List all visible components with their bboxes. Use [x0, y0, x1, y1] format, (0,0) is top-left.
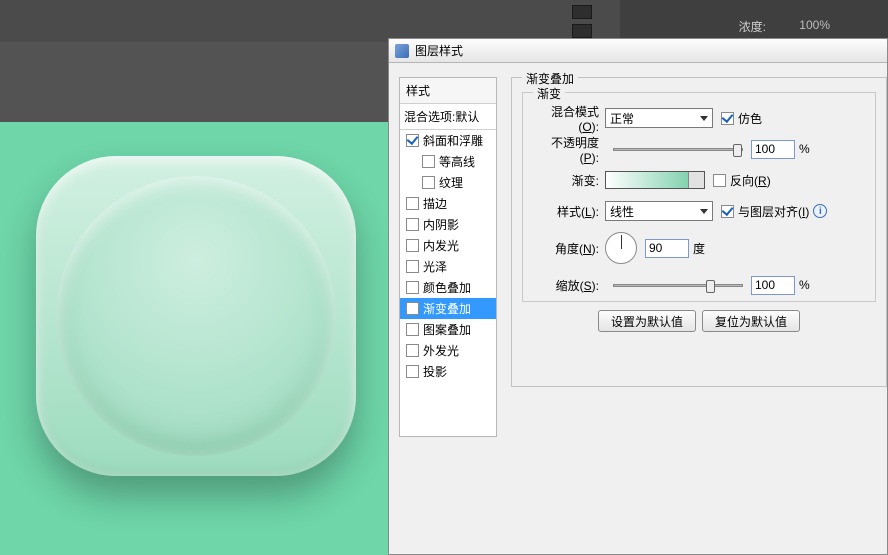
checkbox-icon[interactable]	[406, 323, 419, 336]
style-row-label: 斜面和浮雕	[423, 132, 483, 149]
style-row[interactable]: 投影	[400, 361, 496, 382]
style-select[interactable]: 线性	[605, 201, 713, 221]
style-row[interactable]: 外发光	[400, 340, 496, 361]
blend-options-header[interactable]: 混合选项:默认	[400, 104, 496, 130]
checkbox-icon	[713, 174, 726, 187]
reverse-checkbox[interactable]: 反向(R)	[713, 172, 771, 189]
checkbox-icon[interactable]	[406, 218, 419, 231]
dither-label: 仿色	[738, 110, 762, 127]
opacity-label: 浓度:	[739, 18, 766, 35]
checkbox-icon	[721, 112, 734, 125]
reverse-label: 反向(R)	[730, 172, 771, 189]
checkbox-icon[interactable]	[422, 155, 435, 168]
style-row-label: 内发光	[423, 237, 459, 254]
scale-unit: %	[799, 278, 810, 292]
style-row-label: 图案叠加	[423, 321, 471, 338]
checkbox-icon[interactable]	[406, 239, 419, 252]
set-default-button[interactable]: 设置为默认值	[598, 310, 696, 332]
angle-dial[interactable]	[605, 232, 637, 264]
dialog-titlebar[interactable]: 图层样式	[389, 39, 887, 63]
chevron-down-icon	[700, 116, 708, 121]
styles-header[interactable]: 样式	[400, 78, 496, 104]
checkbox-icon[interactable]	[406, 260, 419, 273]
slider-thumb[interactable]	[706, 280, 715, 293]
info-icon[interactable]: i	[813, 204, 827, 218]
checkbox-icon[interactable]	[406, 365, 419, 378]
style-row[interactable]: 颜色叠加	[400, 277, 496, 298]
tool-strip	[570, 0, 620, 42]
angle-label: 角度(N):	[533, 240, 605, 257]
checkbox-icon[interactable]	[406, 302, 419, 315]
style-row-label: 纹理	[439, 174, 463, 191]
row-blend-mode: 混合模式(O): 正常 仿色	[533, 107, 865, 129]
style-row[interactable]: 光泽	[400, 256, 496, 277]
style-row-label: 投影	[423, 363, 447, 380]
angle-unit: 度	[693, 240, 705, 257]
style-row-label: 光泽	[423, 258, 447, 275]
row-opacity: 不透明度(P): %	[533, 138, 865, 160]
style-row-label: 外发光	[423, 342, 459, 359]
checkbox-icon[interactable]	[406, 281, 419, 294]
gradient-dropdown-button[interactable]	[688, 172, 704, 188]
style-row-label: 等高线	[439, 153, 475, 170]
document-canvas[interactable]	[0, 122, 388, 555]
row-gradient: 渐变: 反向(R)	[533, 169, 865, 191]
checkbox-icon[interactable]	[406, 344, 419, 357]
dialog-title: 图层样式	[415, 42, 463, 59]
chevron-down-icon	[700, 209, 708, 214]
scale-slider[interactable]	[613, 284, 743, 287]
align-label: 与图层对齐(I)	[738, 203, 809, 220]
row-scale: 缩放(S): %	[533, 274, 865, 296]
style-row[interactable]: 图案叠加	[400, 319, 496, 340]
tool-icon[interactable]	[572, 24, 592, 38]
tool-icon[interactable]	[572, 5, 592, 19]
blend-mode-select[interactable]: 正常	[605, 108, 713, 128]
reset-default-button[interactable]: 复位为默认值	[702, 310, 800, 332]
style-row[interactable]: 渐变叠加	[400, 298, 496, 319]
checkbox-icon	[721, 205, 734, 218]
app-icon	[395, 44, 409, 58]
slider-thumb[interactable]	[733, 144, 742, 157]
opacity-unit: %	[799, 142, 810, 156]
layer-style-dialog: 图层样式 样式 混合选项:默认 斜面和浮雕等高线纹理描边内阴影内发光光泽颜色叠加…	[388, 38, 888, 555]
row-style: 样式(L): 线性 与图层对齐(I) i	[533, 200, 865, 222]
style-row-label: 内阴影	[423, 216, 459, 233]
opacity-slider[interactable]	[613, 148, 743, 151]
scale-input[interactable]	[751, 276, 795, 295]
style-row[interactable]: 等高线	[400, 151, 496, 172]
style-row-label: 颜色叠加	[423, 279, 471, 296]
default-buttons-row: 设置为默认值 复位为默认值	[522, 310, 876, 332]
dialog-body: 样式 混合选项:默认 斜面和浮雕等高线纹理描边内阴影内发光光泽颜色叠加渐变叠加图…	[389, 63, 887, 554]
row-angle: 角度(N): 度	[533, 231, 865, 265]
checkbox-icon[interactable]	[406, 134, 419, 147]
checkbox-icon[interactable]	[406, 197, 419, 210]
style-row-label: 描边	[423, 195, 447, 212]
gradient-fieldset: 渐变 混合模式(O): 正常 仿色	[522, 92, 876, 302]
artwork-rounded-icon[interactable]	[36, 156, 356, 476]
styles-list: 样式 混合选项:默认 斜面和浮雕等高线纹理描边内阴影内发光光泽颜色叠加渐变叠加图…	[399, 77, 497, 437]
opacity-input[interactable]	[751, 140, 795, 159]
opacity-value: 100%	[799, 18, 830, 32]
style-row[interactable]: 描边	[400, 193, 496, 214]
align-checkbox[interactable]: 与图层对齐(I)	[721, 203, 809, 220]
style-row[interactable]: 纹理	[400, 172, 496, 193]
dither-checkbox[interactable]: 仿色	[721, 110, 762, 127]
blend-mode-value: 正常	[610, 110, 634, 127]
gradient-overlay-section: 渐变叠加 渐变 混合模式(O): 正常 仿色	[511, 77, 887, 387]
style-row[interactable]: 内发光	[400, 235, 496, 256]
blend-mode-label: 混合模式(O):	[533, 103, 605, 134]
style-row[interactable]: 斜面和浮雕	[400, 130, 496, 151]
style-value: 线性	[610, 203, 634, 220]
gradient-swatch[interactable]	[605, 171, 705, 189]
gradient-label: 渐变:	[533, 172, 605, 189]
style-label: 样式(L):	[533, 203, 605, 220]
style-row-label: 渐变叠加	[423, 300, 471, 317]
scale-label: 缩放(S):	[533, 277, 605, 294]
opacity-label: 不透明度(P):	[533, 134, 605, 165]
fieldset-title: 渐变	[533, 85, 565, 102]
angle-input[interactable]	[645, 239, 689, 258]
style-row[interactable]: 内阴影	[400, 214, 496, 235]
checkbox-icon[interactable]	[422, 176, 435, 189]
